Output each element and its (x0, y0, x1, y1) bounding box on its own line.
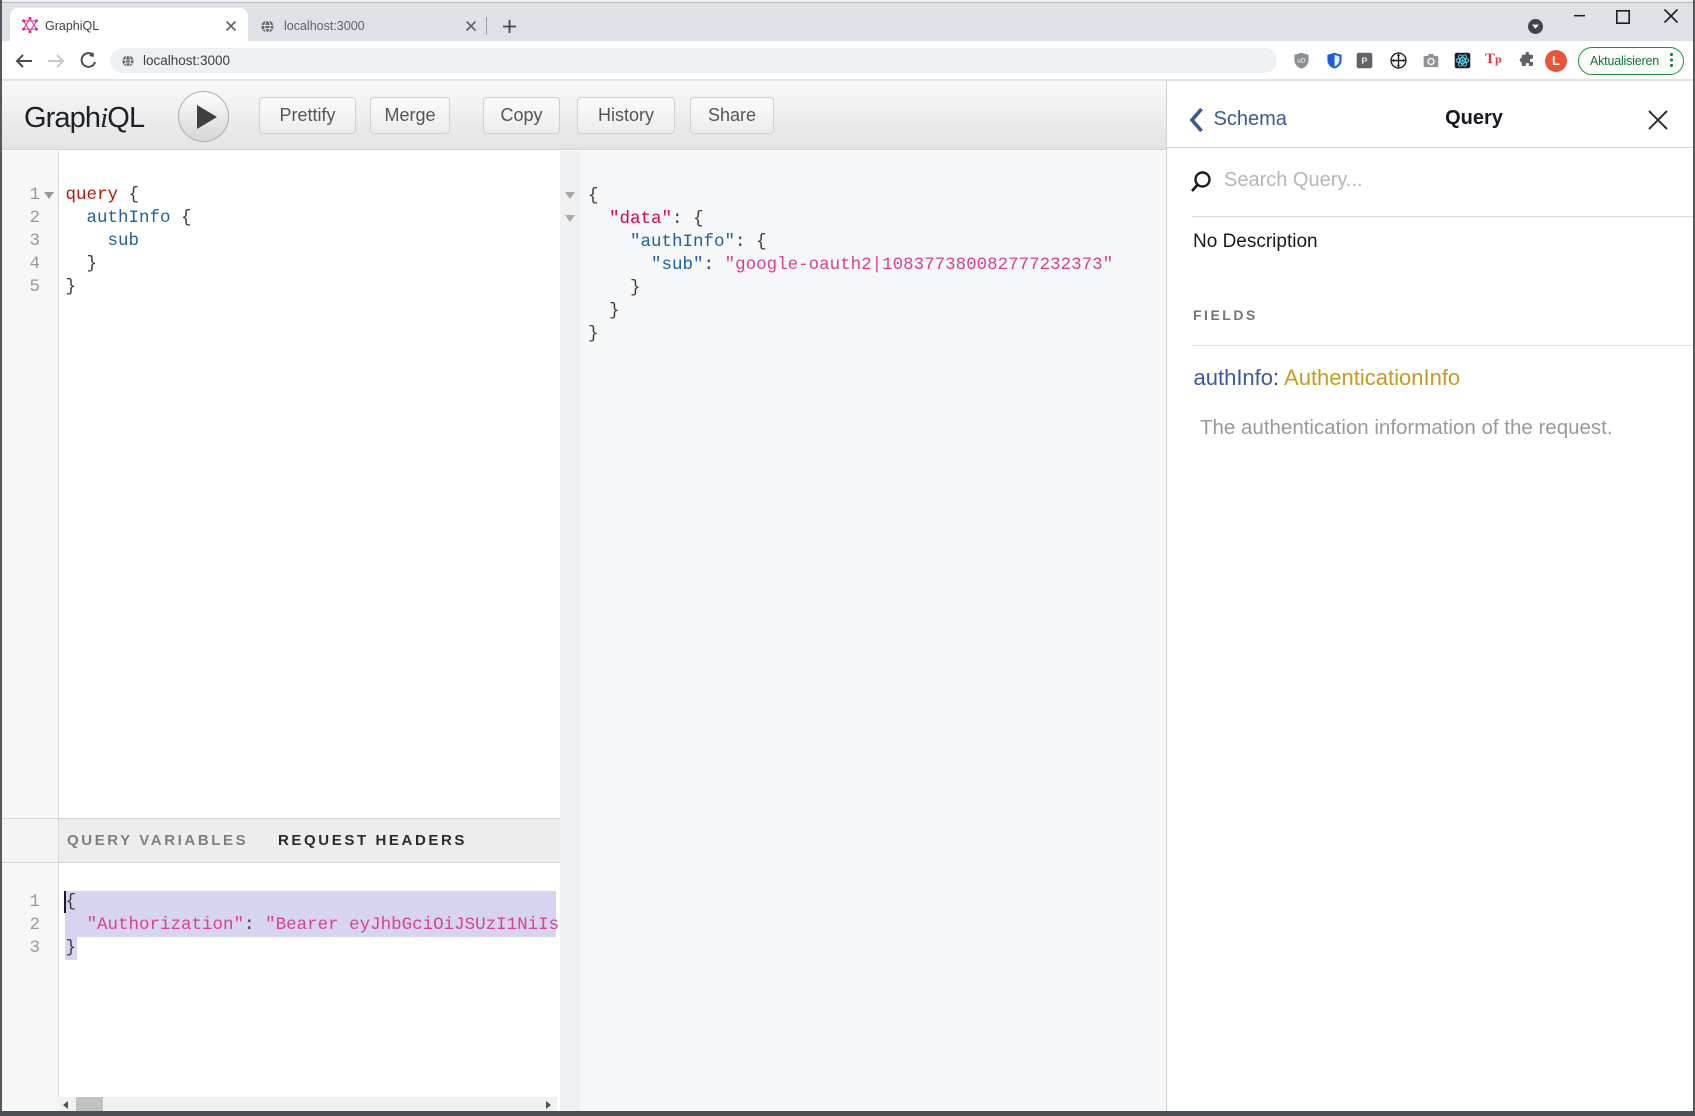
svg-text:P: P (1361, 56, 1367, 66)
svg-text:uO: uO (1297, 58, 1306, 65)
